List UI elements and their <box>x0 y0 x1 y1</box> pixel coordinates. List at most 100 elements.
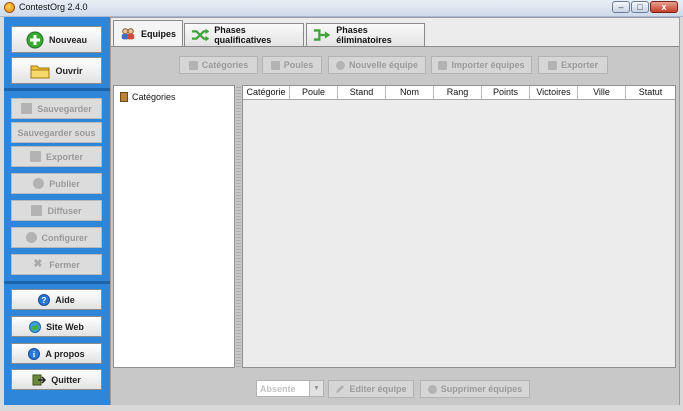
bottom-action-bar: Absente ▼ Editer équipe Supprimer équipe… <box>111 374 679 405</box>
book-icon <box>120 92 128 102</box>
save-button-label: Sauvegarder <box>37 103 92 114</box>
publish-button[interactable]: Publier <box>11 173 102 194</box>
delete-icon <box>427 384 437 394</box>
tab-equipes[interactable]: Equipes <box>113 20 183 47</box>
export-icon <box>29 151 41 162</box>
edit-team-button-label: Editer équipe <box>349 384 407 394</box>
export-teams-button[interactable]: Exporter <box>538 56 608 74</box>
column-header[interactable]: Statut <box>626 86 675 99</box>
close-window-button[interactable]: x <box>650 1 678 13</box>
import-icon <box>438 60 448 70</box>
export-button[interactable]: Exporter <box>11 146 102 167</box>
tree-root-label: Catégories <box>132 92 176 102</box>
folder-icon <box>30 65 50 78</box>
configure-button[interactable]: Configurer <box>11 227 102 248</box>
column-header[interactable]: Victoires <box>530 86 578 99</box>
help-icon: ? <box>38 293 51 306</box>
about-button[interactable]: i A propos <box>11 343 102 364</box>
main-panel: Equipes Phases qualificatives Phases éli… <box>110 17 680 405</box>
table-header: Catégorie Poule Stand Nom Rang Points Vi… <box>243 86 675 100</box>
tree-root-node[interactable]: Catégories <box>120 92 176 102</box>
teams-content: Catégories Poules Nouvelle équipe Import… <box>111 46 679 405</box>
edit-team-button[interactable]: Editer équipe <box>328 380 414 398</box>
delete-teams-button-label: Supprimer équipes <box>440 384 523 394</box>
minimize-button[interactable]: – <box>612 1 630 13</box>
column-header[interactable]: Catégorie <box>243 86 290 99</box>
column-header[interactable]: Points <box>482 86 530 99</box>
teams-table[interactable]: Catégorie Poule Stand Nom Rang Points Vi… <box>242 85 676 368</box>
close-file-button-label: Fermer <box>49 259 80 270</box>
maximize-button[interactable]: □ <box>631 1 649 13</box>
tab-elimination-phases[interactable]: Phases éliminatoires <box>306 23 425 46</box>
quit-button-label: Quitter <box>51 374 81 385</box>
categories-icon <box>188 60 198 70</box>
broadcast-button-label: Diffuser <box>47 205 82 216</box>
sidebar-divider <box>4 88 110 91</box>
save-icon <box>21 103 33 114</box>
bracket-icon <box>313 29 331 41</box>
poules-button-label: Poules <box>283 60 314 70</box>
publish-button-label: Publier <box>49 178 80 189</box>
delete-teams-button[interactable]: Supprimer équipes <box>420 380 530 398</box>
svg-text:?: ? <box>42 296 47 305</box>
help-button[interactable]: ? Aide <box>11 289 102 310</box>
close-file-button[interactable]: ✖ Fermer <box>11 254 102 275</box>
status-select[interactable]: Absente ▼ <box>256 380 324 397</box>
categories-button-label: Catégories <box>201 60 249 70</box>
new-button[interactable]: Nouveau <box>11 26 102 53</box>
publish-icon <box>33 178 45 189</box>
column-header[interactable]: Poule <box>290 86 338 99</box>
tab-equipes-label: Equipes <box>140 29 176 39</box>
configure-button-label: Configurer <box>41 232 88 243</box>
export-teams-button-label: Exporter <box>560 60 598 70</box>
import-teams-button-label: Importer équipes <box>451 60 525 70</box>
new-team-button[interactable]: Nouvelle équipe <box>328 56 426 74</box>
title-bar: ContestOrg 2.4.0 – □ x <box>0 0 683 17</box>
shuffle-icon <box>191 28 210 42</box>
broadcast-icon <box>31 205 43 216</box>
new-button-label: Nouveau <box>48 34 87 45</box>
quit-button[interactable]: Quitter <box>11 369 102 390</box>
tab-qualifying-phases[interactable]: Phases qualificatives <box>184 23 304 46</box>
save-as-button[interactable]: Sauvegarder sous <box>11 122 102 143</box>
window-title: ContestOrg 2.4.0 <box>19 2 88 12</box>
open-button[interactable]: Ouvrir <box>11 57 102 84</box>
website-button-label: Site Web <box>46 321 84 332</box>
splitter-handle[interactable] <box>236 85 241 368</box>
new-team-button-label: Nouvelle équipe <box>348 60 419 70</box>
poules-icon <box>270 60 280 70</box>
tab-qualifying-phases-label: Phases qualificatives <box>214 25 272 45</box>
website-button[interactable]: Site Web <box>11 316 102 337</box>
tab-bar: Equipes Phases qualificatives Phases éli… <box>111 20 681 47</box>
broadcast-button[interactable]: Diffuser <box>11 200 102 221</box>
add-team-icon <box>335 60 345 70</box>
open-button-label: Ouvrir <box>55 65 83 76</box>
column-header[interactable]: Stand <box>338 86 386 99</box>
export-icon <box>547 60 557 70</box>
import-teams-button[interactable]: Importer équipes <box>431 56 532 74</box>
save-button[interactable]: Sauvegarder <box>11 98 102 119</box>
status-select-value: Absente <box>260 384 296 394</box>
categories-tree[interactable]: Catégories <box>113 85 235 368</box>
app-logo-icon <box>4 2 15 13</box>
categories-button[interactable]: Catégories <box>179 56 258 74</box>
column-header[interactable]: Nom <box>386 86 434 99</box>
gear-icon <box>25 232 37 243</box>
pencil-icon <box>336 385 345 393</box>
chevron-down-icon[interactable]: ▼ <box>309 381 323 396</box>
export-button-label: Exporter <box>45 151 83 162</box>
teams-icon <box>121 28 135 40</box>
poules-button[interactable]: Poules <box>262 56 322 74</box>
globe-icon <box>29 320 42 333</box>
sidebar: Nouveau Ouvrir Sauvegarder Sauvegarder s… <box>4 17 110 405</box>
column-header[interactable]: Ville <box>578 86 626 99</box>
about-button-label: A propos <box>45 348 85 359</box>
close-icon: ✖ <box>33 258 43 270</box>
column-header[interactable]: Rang <box>434 86 482 99</box>
help-button-label: Aide <box>55 294 75 305</box>
add-circle-icon <box>26 31 44 48</box>
tab-elimination-phases-label: Phases éliminatoires <box>336 25 392 45</box>
sidebar-divider <box>4 281 110 284</box>
exit-icon <box>32 374 47 385</box>
save-as-button-label: Sauvegarder sous <box>17 127 96 138</box>
